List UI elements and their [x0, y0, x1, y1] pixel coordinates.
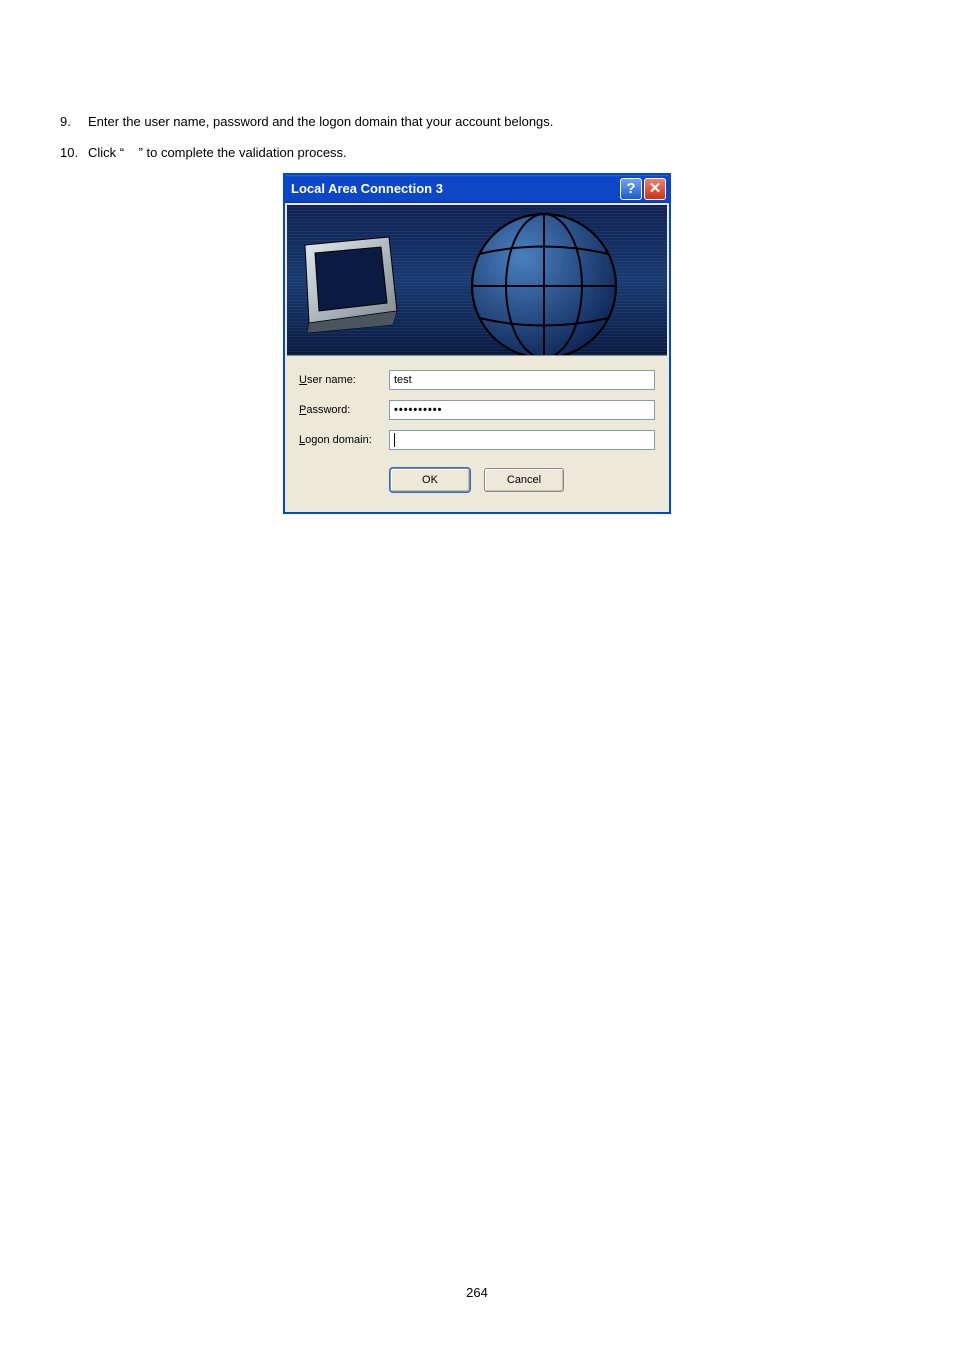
- help-icon: ?: [626, 181, 635, 196]
- step-text: Enter the user name, password and the lo…: [88, 110, 894, 133]
- logon-domain-field[interactable]: [389, 430, 655, 450]
- ok-button-label: OK: [422, 474, 438, 486]
- dialog-title: Local Area Connection 3: [291, 181, 443, 196]
- dialog-button-row: OK Cancel: [299, 460, 655, 508]
- step-10: 10. Click “ ” to complete the validation…: [60, 141, 894, 164]
- label-rest: ogon domain:: [305, 434, 372, 446]
- document-content: 9. Enter the user name, password and the…: [0, 0, 954, 514]
- password-row: Password: ••••••••••: [299, 400, 655, 420]
- step-text: Click “ ” to complete the validation pro…: [88, 141, 894, 164]
- password-value: ••••••••••: [394, 404, 443, 416]
- username-row: User name: test: [299, 370, 655, 390]
- close-button[interactable]: ✕: [644, 178, 666, 200]
- dialog-wrapper: Local Area Connection 3 ? ✕: [60, 173, 894, 514]
- label-rest: ser name:: [307, 374, 356, 386]
- logon-domain-label: Logon domain:: [299, 434, 389, 446]
- help-button[interactable]: ?: [620, 178, 642, 200]
- mnemonic: U: [299, 374, 307, 386]
- step-9: 9. Enter the user name, password and the…: [60, 110, 894, 133]
- username-label: User name:: [299, 374, 389, 386]
- step-text-part: ” to complete the validation process.: [139, 145, 347, 160]
- step-number: 9.: [60, 110, 88, 133]
- page-number: 264: [0, 1285, 954, 1300]
- logon-domain-row: Logon domain:: [299, 430, 655, 450]
- dialog-form: User name: test Password: •••••••••• Log…: [285, 358, 669, 512]
- password-label: Password:: [299, 404, 389, 416]
- username-value: test: [394, 374, 412, 386]
- globe-icon: [467, 209, 622, 356]
- label-rest: assword:: [306, 404, 350, 416]
- login-dialog: Local Area Connection 3 ? ✕: [283, 173, 671, 514]
- password-field[interactable]: ••••••••••: [389, 400, 655, 420]
- text-cursor: [394, 433, 395, 447]
- username-field[interactable]: test: [389, 370, 655, 390]
- titlebar-buttons: ? ✕: [620, 178, 666, 200]
- monitor-icon: [297, 233, 407, 343]
- close-icon: ✕: [649, 181, 662, 196]
- step-number: 10.: [60, 141, 88, 164]
- cancel-button[interactable]: Cancel: [484, 468, 564, 492]
- ok-button[interactable]: OK: [390, 468, 470, 492]
- step-text-part: Click “: [88, 145, 124, 160]
- titlebar[interactable]: Local Area Connection 3 ? ✕: [285, 175, 669, 203]
- cancel-button-label: Cancel: [507, 474, 541, 486]
- dialog-banner: [287, 205, 667, 356]
